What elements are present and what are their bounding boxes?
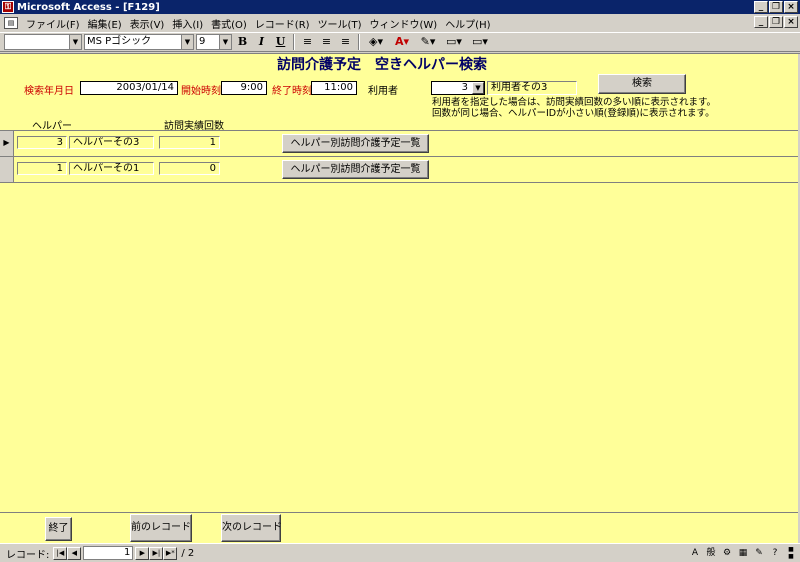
object-combo[interactable]: ▼ xyxy=(4,34,82,50)
record-selector-current-icon[interactable]: ▶ xyxy=(0,131,14,156)
form-body: 訪問介護予定 空きヘルパー検索 検索年月日 2003/01/14 開始時刻 9:… xyxy=(0,53,800,543)
align-center-icon[interactable]: ≡ xyxy=(318,34,335,50)
first-record-icon[interactable]: |◀ xyxy=(53,546,68,560)
toolbar-separator xyxy=(358,34,360,50)
table-row[interactable]: 1 ヘルパーその1 0 ヘルパー別訪問介護予定一覧 xyxy=(0,156,798,182)
note-line-2: 回数が同じ場合、ヘルパーIDが小さい順(登録順)に表示されます。 xyxy=(432,108,715,119)
menu-format[interactable]: 書式(O) xyxy=(207,16,251,31)
access-app-icon[interactable]: ⚿ xyxy=(2,1,14,13)
ime-conversion-icon[interactable]: 般 xyxy=(704,546,718,560)
end-time-field[interactable]: 11:00 xyxy=(311,81,357,95)
start-time-label: 開始時刻 xyxy=(181,86,221,97)
close-icon[interactable]: × xyxy=(784,1,798,13)
chevron-down-icon[interactable]: ▼ xyxy=(181,35,193,49)
menu-window[interactable]: ウィンドウ(W) xyxy=(365,16,441,31)
visit-count-cell[interactable]: 1 xyxy=(159,136,220,149)
end-time-label: 終了時刻 xyxy=(272,86,312,97)
window-controls: _ ❐ × xyxy=(754,1,798,13)
menu-view[interactable]: 表示(V) xyxy=(126,16,169,31)
doc-restore-icon[interactable]: ❐ xyxy=(769,16,783,28)
ime-dictionary-icon[interactable]: ✎ xyxy=(752,546,766,560)
menu-file[interactable]: ファイル(F) xyxy=(22,16,84,31)
font-name-value: MS Pゴシック xyxy=(87,36,152,47)
form-document-icon[interactable]: ▤ xyxy=(4,17,18,29)
ime-tools-icon[interactable]: ⚙ xyxy=(720,546,734,560)
chevron-down-icon[interactable]: ▼ xyxy=(219,35,231,49)
helper-name-cell[interactable]: ヘルパーその3 xyxy=(69,136,154,149)
record-selector[interactable] xyxy=(0,157,14,182)
ime-mode-icon[interactable]: A xyxy=(688,546,702,560)
helper-id-cell[interactable]: 3 xyxy=(17,136,67,149)
record-navigation-bar: レコード: |◀ ◀ 1 ▶ ▶| ▶* / 2 A 般 ⚙ ▦ ✎ ? ■ ■ xyxy=(0,543,800,562)
last-record-icon[interactable]: ▶| xyxy=(149,546,164,560)
table-row[interactable]: ▶ 3 ヘルパーその3 1 ヘルパー別訪問介護予定一覧 xyxy=(0,130,798,156)
formatting-toolbar: ▼ MS Pゴシック ▼ 9 ▼ B I U ≡ ≡ ≡ ◈▾ A▾ ✎▾ ▭▾… xyxy=(0,32,800,52)
menu-records[interactable]: レコード(R) xyxy=(251,16,314,31)
font-size-combo[interactable]: 9 ▼ xyxy=(196,34,232,50)
start-time-field[interactable]: 9:00 xyxy=(221,81,267,95)
caps-kana-indicator-icon: ■ ■ xyxy=(788,546,794,560)
prev-record-button[interactable]: 前のレコード xyxy=(130,514,192,542)
line-color-icon[interactable]: ✎▾ xyxy=(416,34,440,50)
font-name-combo[interactable]: MS Pゴシック ▼ xyxy=(84,34,194,50)
record-nav-label: レコード: xyxy=(6,549,50,561)
helper-schedule-button[interactable]: ヘルパー別訪問介護予定一覧 xyxy=(282,134,429,153)
menu-tools[interactable]: ツール(T) xyxy=(314,16,366,31)
new-record-icon[interactable]: ▶* xyxy=(163,546,178,560)
search-date-label: 検索年月日 xyxy=(24,86,74,97)
bold-icon[interactable]: B xyxy=(234,34,251,50)
window-titlebar: ⚿ Microsoft Access - [F129] _ ❐ × xyxy=(0,0,800,14)
next-record-icon[interactable]: ▶ xyxy=(135,546,150,560)
toolbar-separator xyxy=(293,34,295,50)
align-left-icon[interactable]: ≡ xyxy=(299,34,316,50)
align-right-icon[interactable]: ≡ xyxy=(337,34,354,50)
search-button[interactable]: 検索 xyxy=(598,74,686,94)
helper-id-cell[interactable]: 1 xyxy=(17,162,67,175)
special-effect-icon[interactable]: ▭▾ xyxy=(468,34,492,50)
helper-schedule-button[interactable]: ヘルパー別訪問介護予定一覧 xyxy=(282,160,429,179)
fill-color-icon[interactable]: ◈▾ xyxy=(364,34,388,50)
ime-tray: A 般 ⚙ ▦ ✎ ? ■ ■ xyxy=(688,545,798,561)
minimize-icon[interactable]: _ xyxy=(754,1,768,13)
menu-bar: ▤ ファイル(F) 編集(E) 表示(V) 挿入(I) 書式(O) レコード(R… xyxy=(0,14,800,32)
chevron-down-icon[interactable]: ▼ xyxy=(472,82,484,94)
chevron-down-icon[interactable]: ▼ xyxy=(69,35,81,49)
current-record-field[interactable]: 1 xyxy=(83,546,134,560)
menu-insert[interactable]: 挿入(I) xyxy=(168,16,207,31)
border-width-icon[interactable]: ▭▾ xyxy=(442,34,466,50)
menu-help[interactable]: ヘルプ(H) xyxy=(441,16,494,31)
ime-help-icon[interactable]: ? xyxy=(768,546,782,560)
doc-minimize-icon[interactable]: _ xyxy=(754,16,768,28)
user-name-display: 利用者その3 xyxy=(487,81,577,95)
footer-divider xyxy=(0,512,798,513)
previous-record-icon[interactable]: ◀ xyxy=(67,546,82,560)
note-line-1: 利用者を指定した場合は、訪問実績回数の多い順に表示されます。 xyxy=(432,97,717,108)
next-record-button[interactable]: 次のレコード xyxy=(221,514,282,542)
helper-name-cell[interactable]: ヘルパーその1 xyxy=(69,162,154,175)
doc-close-icon[interactable]: × xyxy=(784,16,798,28)
visit-count-cell[interactable]: 0 xyxy=(159,162,220,175)
search-date-field[interactable]: 2003/01/14 xyxy=(80,81,178,95)
ime-pad-icon[interactable]: ▦ xyxy=(736,546,750,560)
exit-button[interactable]: 終了 xyxy=(45,517,72,541)
rows-divider xyxy=(0,182,798,183)
window-title: Microsoft Access - [F129] xyxy=(17,1,160,13)
font-size-value: 9 xyxy=(199,36,206,47)
document-window-controls: _ ❐ × xyxy=(754,16,798,28)
page-title: 訪問介護予定 空きヘルパー検索 xyxy=(277,57,487,73)
italic-icon[interactable]: I xyxy=(253,34,270,50)
restore-icon[interactable]: ❐ xyxy=(769,1,783,13)
underline-icon[interactable]: U xyxy=(272,34,289,50)
font-color-icon[interactable]: A▾ xyxy=(390,34,414,50)
user-label: 利用者 xyxy=(368,86,398,97)
menu-edit[interactable]: 編集(E) xyxy=(84,16,126,31)
record-total: / 2 xyxy=(181,547,195,559)
